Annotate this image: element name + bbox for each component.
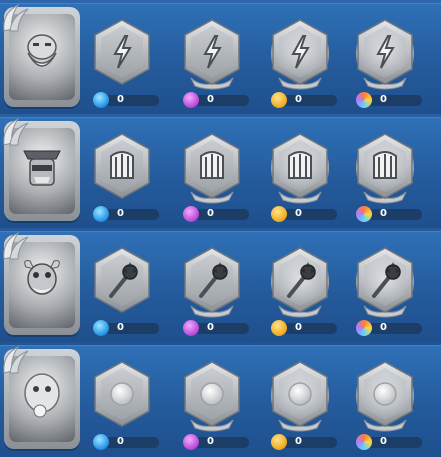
medal-count-badge: 0	[93, 320, 159, 336]
blue-gem-icon	[93, 434, 109, 450]
horned-brute-portrait[interactable]	[3, 231, 80, 335]
medal-count: 0	[207, 208, 214, 219]
medal-count: 0	[295, 322, 302, 333]
purple-gem-icon	[183, 434, 199, 450]
prismatic-medal-mace[interactable]: 0	[350, 240, 422, 336]
medal-count-badge: 0	[183, 434, 249, 450]
prismatic-gem-icon	[356, 206, 372, 222]
medal-count-badge: 0	[356, 92, 422, 108]
blue-gem-icon	[93, 206, 109, 222]
gold-gem-icon	[271, 434, 287, 450]
purple-gem-icon	[183, 320, 199, 336]
medal-count-badge: 0	[356, 434, 422, 450]
blue-medal-lightning-bolt[interactable]: 0	[87, 12, 159, 108]
purple-gem-icon	[183, 206, 199, 222]
hero-medal-collection: 0 0 0 0 0 0 0 0 0 0 0 0 0 0 0 0	[0, 0, 441, 457]
prismatic-gem-icon	[356, 434, 372, 450]
purple-medal-orb[interactable]: 0	[177, 354, 249, 450]
medal-count: 0	[295, 436, 302, 447]
medal-count-badge: 0	[93, 434, 159, 450]
purple-medal-harp[interactable]: 0	[177, 126, 249, 222]
prismatic-gem-icon	[356, 92, 372, 108]
blue-medal-harp[interactable]: 0	[87, 126, 159, 222]
purple-medal-lightning-bolt[interactable]: 0	[177, 12, 249, 108]
medal-count-badge: 0	[93, 206, 159, 222]
masked-pirate-portrait[interactable]	[3, 117, 80, 221]
hero-row-spirit-hero: 0 0 0 0	[0, 342, 441, 456]
medal-count: 0	[117, 436, 124, 447]
horned-brute-face-icon	[22, 257, 62, 309]
hero-row-harp-hero: 0 0 0 0	[0, 114, 441, 228]
gold-medal-harp[interactable]: 0	[265, 126, 337, 222]
prismatic-gem-icon	[356, 320, 372, 336]
gold-medal-mace[interactable]: 0	[265, 240, 337, 336]
medal-count: 0	[207, 94, 214, 105]
medal-count-badge: 0	[183, 320, 249, 336]
medal-count-badge: 0	[271, 206, 337, 222]
gold-gem-icon	[271, 320, 287, 336]
medal-count-badge: 0	[356, 206, 422, 222]
gold-medal-lightning-bolt[interactable]: 0	[265, 12, 337, 108]
medal-count-badge: 0	[183, 92, 249, 108]
purple-medal-mace[interactable]: 0	[177, 240, 249, 336]
hero-row-mace-hero: 0 0 0 0	[0, 228, 441, 342]
blue-gem-icon	[93, 92, 109, 108]
blue-gem-icon	[93, 320, 109, 336]
bearded-warrior-face-icon	[22, 29, 62, 81]
bearded-warrior-portrait[interactable]	[3, 3, 80, 107]
medal-count: 0	[295, 94, 302, 105]
blue-medal-orb[interactable]: 0	[87, 354, 159, 450]
medal-count: 0	[117, 94, 124, 105]
medal-count: 0	[207, 436, 214, 447]
medal-count: 0	[380, 208, 387, 219]
medal-count: 0	[380, 436, 387, 447]
medal-count: 0	[295, 208, 302, 219]
medal-count-badge: 0	[271, 92, 337, 108]
medal-count-badge: 0	[93, 92, 159, 108]
prismatic-medal-orb[interactable]: 0	[350, 354, 422, 450]
medal-count: 0	[380, 94, 387, 105]
hero-row-lightning-hero: 0 0 0 0	[0, 0, 441, 114]
gold-gem-icon	[271, 92, 287, 108]
blue-medal-mace[interactable]: 0	[87, 240, 159, 336]
medal-count: 0	[380, 322, 387, 333]
gold-medal-orb[interactable]: 0	[265, 354, 337, 450]
purple-gem-icon	[183, 92, 199, 108]
gold-gem-icon	[271, 206, 287, 222]
masked-pirate-face-icon	[22, 143, 62, 195]
medal-count-badge: 0	[271, 434, 337, 450]
prismatic-medal-harp[interactable]: 0	[350, 126, 422, 222]
medal-count-badge: 0	[271, 320, 337, 336]
medal-count-badge: 0	[356, 320, 422, 336]
prismatic-medal-lightning-bolt[interactable]: 0	[350, 12, 422, 108]
medal-count-badge: 0	[183, 206, 249, 222]
medal-count: 0	[117, 322, 124, 333]
medal-count: 0	[207, 322, 214, 333]
furry-yeti-face-icon	[22, 371, 62, 423]
furry-yeti-portrait[interactable]	[3, 345, 80, 449]
medal-count: 0	[117, 208, 124, 219]
